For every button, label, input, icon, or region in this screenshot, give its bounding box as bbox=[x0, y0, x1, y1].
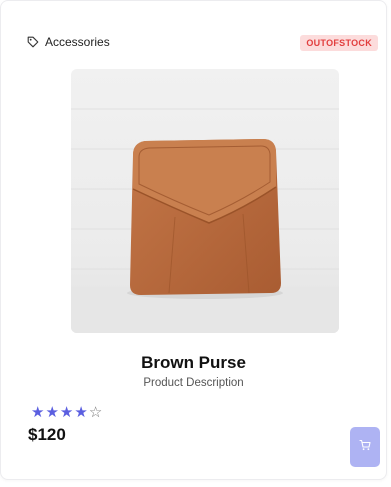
star-filled-icon: ★ bbox=[74, 404, 88, 421]
product-description: Product Description bbox=[143, 377, 244, 389]
star-filled-icon: ★ bbox=[31, 404, 45, 421]
tag-icon bbox=[27, 36, 39, 48]
stock-status-badge: OUTOFSTOCK bbox=[300, 35, 378, 51]
rating-stars: ★ ★ ★ ★ ☆ bbox=[31, 405, 102, 420]
product-image bbox=[71, 69, 339, 333]
product-card[interactable]: Accessories OUTOFSTOCK Brown Purse Produ… bbox=[0, 0, 387, 480]
product-title: Brown Purse bbox=[141, 353, 246, 372]
star-filled-icon: ★ bbox=[59, 404, 74, 421]
star-filled-icon: ★ bbox=[45, 404, 59, 421]
category-text: Accessories bbox=[45, 35, 110, 49]
category-label: Accessories bbox=[27, 35, 110, 49]
add-to-cart-button[interactable] bbox=[350, 427, 380, 467]
cart-icon bbox=[359, 438, 371, 456]
star-empty-icon: ☆ bbox=[88, 404, 103, 421]
product-price: $120 bbox=[28, 425, 66, 444]
